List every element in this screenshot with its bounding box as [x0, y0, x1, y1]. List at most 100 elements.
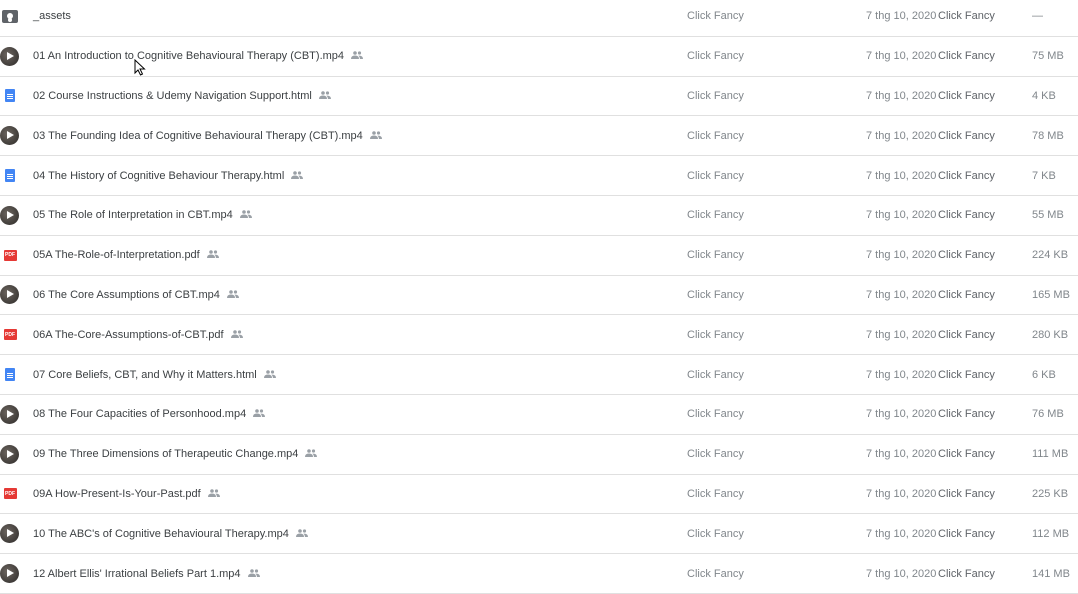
file-name: 08 The Four Capacities of Personhood.mp4: [33, 408, 266, 420]
video-thumbnail-icon: [0, 46, 20, 66]
modified-by: Click Fancy: [938, 328, 995, 341]
file-name: 10 The ABC's of Cognitive Behavioural Th…: [33, 528, 308, 540]
modified-date: 7 thg 10, 2020: [866, 328, 937, 341]
mouse-cursor-icon: [134, 59, 146, 76]
modified-by: Click Fancy: [938, 288, 995, 301]
file-size: 6 KB: [1032, 368, 1056, 381]
shared-icon: [305, 448, 318, 460]
file-size: —: [1032, 10, 1043, 23]
owner: Click Fancy: [687, 527, 744, 540]
owner: Click Fancy: [687, 129, 744, 142]
file-row[interactable]: 07 Core Beliefs, CBT, and Why it Matters…: [0, 355, 1078, 395]
file-size: 78 MB: [1032, 129, 1064, 142]
file-row[interactable]: 03 The Founding Idea of Cognitive Behavi…: [0, 116, 1078, 157]
video-thumbnail-icon: [0, 205, 20, 225]
file-size: 111 MB: [1032, 448, 1069, 461]
video-thumbnail-icon: [0, 524, 20, 544]
shared-icon: [207, 488, 220, 500]
modified-by: Click Fancy: [938, 209, 995, 222]
file-row[interactable]: 09 The Three Dimensions of Therapeutic C…: [0, 435, 1078, 475]
shared-icon: [206, 249, 219, 261]
modified-by: Click Fancy: [938, 567, 995, 580]
owner: Click Fancy: [687, 408, 744, 421]
file-row[interactable]: PDF 09A How-Present-Is-Your-Past.pdf Cli…: [0, 475, 1078, 515]
file-row[interactable]: 04 The History of Cognitive Behaviour Th…: [0, 156, 1078, 196]
shared-icon: [318, 90, 331, 102]
file-row[interactable]: PDF 06A The-Core-Assumptions-of-CBT.pdf …: [0, 315, 1078, 356]
modified-by: Click Fancy: [938, 527, 995, 540]
modified-by: Click Fancy: [938, 368, 995, 381]
pdf-icon: PDF: [0, 484, 20, 504]
file-size: 76 MB: [1032, 408, 1064, 421]
shared-icon: [295, 528, 308, 540]
shared-icon: [291, 170, 304, 182]
modified-date: 7 thg 10, 2020: [866, 169, 937, 182]
file-row[interactable]: PDF 05A The-Role-of-Interpretation.pdf C…: [0, 236, 1078, 276]
modified-date: 7 thg 10, 2020: [866, 129, 937, 142]
modified-by: Click Fancy: [938, 169, 995, 182]
video-thumbnail-icon: [0, 404, 20, 424]
video-thumbnail-icon: [0, 126, 20, 146]
file-size: 55 MB: [1032, 209, 1064, 222]
file-size: 7 KB: [1032, 169, 1056, 182]
shared-icon: [226, 289, 239, 301]
file-size: 112 MB: [1032, 527, 1070, 540]
file-name: 05 The Role of Interpretation in CBT.mp4: [33, 209, 252, 221]
modified-by: Click Fancy: [938, 487, 995, 500]
file-row[interactable]: 01 An Introduction to Cognitive Behaviou…: [0, 37, 1078, 77]
modified-date: 7 thg 10, 2020: [866, 288, 937, 301]
file-row[interactable]: 08 The Four Capacities of Personhood.mp4…: [0, 395, 1078, 435]
modified-date: 7 thg 10, 2020: [866, 448, 937, 461]
file-row[interactable]: 06 The Core Assumptions of CBT.mp4 Click…: [0, 276, 1078, 316]
file-name: 05A The-Role-of-Interpretation.pdf: [33, 249, 219, 261]
modified-by: Click Fancy: [938, 89, 995, 102]
file-size: 224 KB: [1032, 249, 1069, 262]
modified-date: 7 thg 10, 2020: [866, 10, 937, 23]
owner: Click Fancy: [687, 288, 744, 301]
file-row[interactable]: 10 The ABC's of Cognitive Behavioural Th…: [0, 514, 1078, 555]
pdf-icon: PDF: [0, 245, 20, 265]
video-thumbnail-icon: [0, 444, 20, 464]
file-size: 75 MB: [1032, 50, 1064, 63]
file-row[interactable]: 12 Albert Ellis' Irrational Beliefs Part…: [0, 554, 1078, 594]
owner: Click Fancy: [687, 368, 744, 381]
document-icon: [0, 365, 20, 385]
file-name: _assets: [33, 10, 71, 23]
owner: Click Fancy: [687, 50, 744, 63]
file-name: 09A How-Present-Is-Your-Past.pdf: [33, 488, 220, 500]
folder-shared-icon: [0, 6, 20, 26]
file-size: 165 MB: [1032, 288, 1070, 301]
shared-icon: [253, 408, 266, 420]
pdf-icon: PDF: [0, 325, 20, 345]
shared-icon: [239, 209, 252, 221]
shared-icon: [369, 130, 382, 142]
file-row[interactable]: 02 Course Instructions & Udemy Navigatio…: [0, 77, 1078, 117]
file-name: 06 The Core Assumptions of CBT.mp4: [33, 289, 239, 301]
file-size: 4 KB: [1032, 89, 1056, 102]
modified-by: Click Fancy: [938, 249, 995, 262]
owner: Click Fancy: [687, 567, 744, 580]
file-name: 09 The Three Dimensions of Therapeutic C…: [33, 448, 318, 460]
modified-date: 7 thg 10, 2020: [866, 368, 937, 381]
file-name: 06A The-Core-Assumptions-of-CBT.pdf: [33, 329, 243, 341]
modified-date: 7 thg 10, 2020: [866, 50, 937, 63]
shared-icon: [351, 50, 364, 62]
video-thumbnail-icon: [0, 564, 20, 584]
shared-icon: [230, 329, 243, 341]
file-name: 04 The History of Cognitive Behaviour Th…: [33, 170, 304, 182]
modified-date: 7 thg 10, 2020: [866, 527, 937, 540]
file-size: 280 KB: [1032, 328, 1069, 341]
modified-date: 7 thg 10, 2020: [866, 209, 937, 222]
file-name: 02 Course Instructions & Udemy Navigatio…: [33, 90, 331, 102]
owner: Click Fancy: [687, 249, 744, 262]
modified-date: 7 thg 10, 2020: [866, 249, 937, 262]
file-row[interactable]: _assets Click Fancy 7 thg 10, 2020 Click…: [0, 0, 1078, 37]
shared-icon: [263, 369, 276, 381]
owner: Click Fancy: [687, 487, 744, 500]
video-thumbnail-icon: [0, 285, 20, 305]
owner: Click Fancy: [687, 10, 744, 23]
file-row[interactable]: 05 The Role of Interpretation in CBT.mp4…: [0, 196, 1078, 236]
owner: Click Fancy: [687, 328, 744, 341]
modified-by: Click Fancy: [938, 408, 995, 421]
modified-by: Click Fancy: [938, 448, 995, 461]
